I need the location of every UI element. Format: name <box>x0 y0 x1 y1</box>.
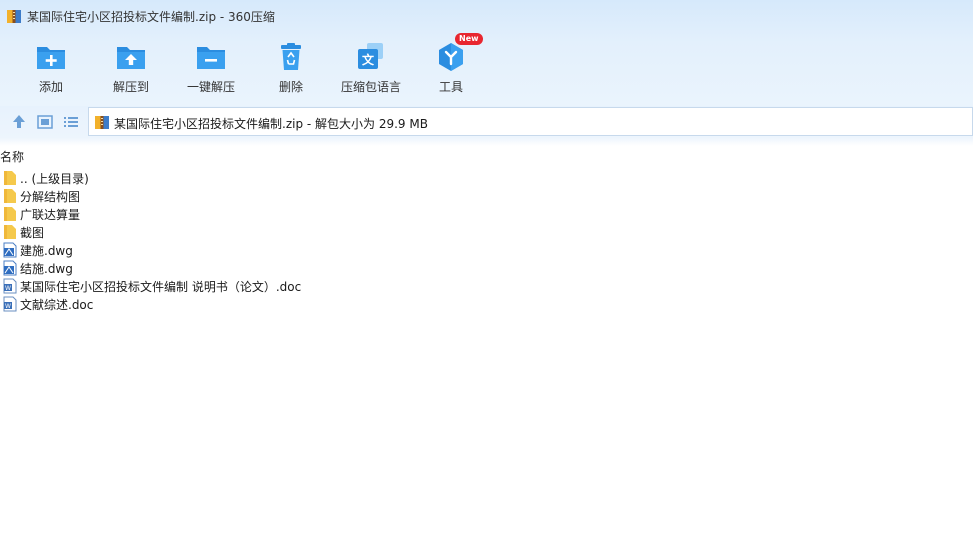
file-list: .. (上级目录) 分解结构图 广联达算量 截图 建施.dwg 结施.dwg W… <box>0 169 973 313</box>
file-name: 广联达算量 <box>20 208 81 222</box>
up-arrow-icon[interactable] <box>10 113 28 131</box>
file-name: 结施.dwg <box>20 262 73 276</box>
dwg-file-icon <box>3 242 17 258</box>
thumbnail-view-icon[interactable] <box>36 113 54 131</box>
app-window: 某国际住宅小区招投标文件编制.zip - 360压缩 添加 解压到 一键解压 删… <box>0 0 973 541</box>
svg-text:文: 文 <box>362 52 375 67</box>
list-view-icon[interactable] <box>62 113 80 131</box>
file-name: 截图 <box>20 226 45 240</box>
delete-label: 删除 <box>278 80 303 94</box>
new-badge: New <box>455 33 483 45</box>
dwg-file-icon <box>3 260 17 276</box>
recycle-bin-icon <box>281 43 301 70</box>
folder-icon <box>4 207 16 221</box>
window-title: 某国际住宅小区招投标文件编制.zip - 360压缩 <box>27 10 275 24</box>
list-item[interactable]: W 某国际住宅小区招投标文件编制 说明书（论文）.doc <box>0 277 973 295</box>
column-header-name[interactable]: 名称 <box>0 148 24 165</box>
tools-button[interactable]: New 工具 <box>411 33 491 98</box>
list-item[interactable]: 截图 <box>0 223 973 241</box>
file-name: .. (上级目录) <box>20 172 89 186</box>
file-name: 分解结构图 <box>20 190 81 204</box>
one-click-extract-icon <box>197 47 225 69</box>
extract-to-button[interactable]: 解压到 <box>91 36 171 98</box>
list-item[interactable]: 建施.dwg <box>0 241 973 259</box>
address-bar[interactable]: 某国际住宅小区招投标文件编制.zip - 解包大小为 29.9 MB <box>88 107 973 136</box>
zip-archive-icon <box>7 10 21 23</box>
address-text: 某国际住宅小区招投标文件编制.zip - 解包大小为 29.9 MB <box>114 117 428 131</box>
delete-button[interactable]: 删除 <box>251 36 331 98</box>
svg-text:W: W <box>5 285 11 292</box>
archive-language-button[interactable]: 文 压缩包语言 <box>331 36 411 98</box>
file-name: 建施.dwg <box>20 244 73 258</box>
divider <box>0 138 973 146</box>
add-icon <box>37 47 65 69</box>
archive-language-label: 压缩包语言 <box>340 80 401 94</box>
header-area: 某国际住宅小区招投标文件编制.zip - 360压缩 添加 解压到 一键解压 删… <box>0 0 973 106</box>
tools-icon <box>439 43 463 71</box>
list-header: 名称 <box>0 146 973 164</box>
svg-text:W: W <box>5 303 11 310</box>
folder-icon <box>4 225 16 239</box>
one-click-extract-button[interactable]: 一键解压 <box>171 36 251 98</box>
extract-to-label: 解压到 <box>112 80 149 94</box>
add-button[interactable]: 添加 <box>11 36 91 98</box>
file-name: 文献综述.doc <box>20 298 94 312</box>
tools-label: 工具 <box>438 80 463 94</box>
word-doc-icon: W <box>3 296 17 312</box>
list-item[interactable]: 广联达算量 <box>0 205 973 223</box>
folder-icon <box>4 171 16 185</box>
list-item[interactable]: 分解结构图 <box>0 187 973 205</box>
navigation-bar: 某国际住宅小区招投标文件编制.zip - 解包大小为 29.9 MB <box>0 106 973 138</box>
add-label: 添加 <box>38 80 63 94</box>
archive-language-icon: 文 <box>358 43 383 69</box>
folder-icon <box>4 189 16 203</box>
list-item[interactable]: .. (上级目录) <box>0 169 973 187</box>
toolbar: 添加 解压到 一键解压 删除 文 压缩包语言 New 工具 <box>0 33 973 98</box>
word-doc-icon: W <box>3 278 17 294</box>
list-item[interactable]: W 文献综述.doc <box>0 295 973 313</box>
list-item[interactable]: 结施.dwg <box>0 259 973 277</box>
one-click-extract-label: 一键解压 <box>186 80 235 94</box>
file-name: 某国际住宅小区招投标文件编制 说明书（论文）.doc <box>20 280 302 294</box>
zip-archive-icon <box>95 116 109 129</box>
extract-to-icon <box>117 47 145 69</box>
title-bar: 某国际住宅小区招投标文件编制.zip - 360压缩 <box>0 0 973 32</box>
